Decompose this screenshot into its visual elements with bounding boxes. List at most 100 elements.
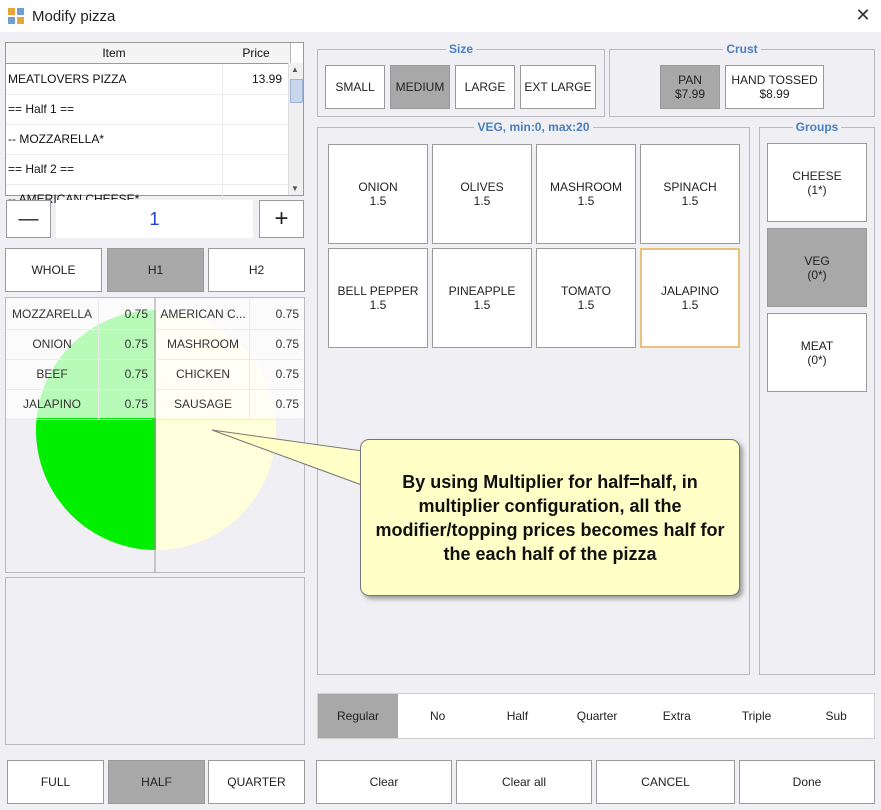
- quantity-value[interactable]: 1: [56, 200, 253, 238]
- topping-name: BEEF: [6, 359, 99, 389]
- split-full-button[interactable]: FULL: [7, 760, 104, 804]
- crust-hand-tossed-button[interactable]: HAND TOSSED $8.99: [725, 65, 824, 109]
- group-cheese-button[interactable]: CHEESE (1*): [767, 143, 867, 222]
- group-meat-name: MEAT: [800, 338, 834, 353]
- veg-item-name: TOMATO: [560, 284, 611, 298]
- veg-item-name: PINEAPPLE: [448, 284, 516, 298]
- topping-row[interactable]: MOZZARELLA 0.75: [6, 299, 152, 330]
- groups-label: Groups: [792, 120, 842, 134]
- veg-item-name: JALAPINO: [660, 284, 720, 298]
- group-cheese-name: CHEESE: [792, 168, 842, 183]
- modifier-option[interactable]: Extra: [637, 694, 717, 738]
- group-veg-name: VEG: [804, 253, 830, 268]
- group-cheese-count: (1*): [807, 182, 827, 197]
- table-row[interactable]: -- MOZZARELLA*: [6, 124, 290, 155]
- crust-hand-tossed-name: HAND TOSSED: [731, 73, 818, 87]
- scroll-thumb[interactable]: [290, 79, 303, 103]
- veg-item-name: SPINACH: [663, 180, 717, 194]
- crust-pan-price: $7.99: [674, 87, 706, 101]
- size-medium-button[interactable]: MEDIUM: [390, 65, 450, 109]
- crust-group: Crust PAN $7.99 HAND TOSSED $8.99: [609, 42, 875, 117]
- column-header-price: Price: [222, 43, 291, 64]
- topping-price: 0.75: [275, 397, 299, 411]
- clear-button[interactable]: Clear: [316, 760, 452, 804]
- veg-item-button[interactable]: ONION 1.5: [328, 144, 428, 244]
- topping-row[interactable]: SAUSAGE 0.75: [157, 389, 303, 420]
- size-ext-large-button[interactable]: EXT LARGE: [520, 65, 596, 109]
- table-row[interactable]: == Half 2 ==: [6, 154, 290, 185]
- decrease-quantity-button[interactable]: —: [6, 200, 51, 238]
- veg-item-button[interactable]: BELL PEPPER 1.5: [328, 248, 428, 348]
- topping-name: AMERICAN C...: [157, 299, 250, 329]
- window-title: Modify pizza: [32, 8, 116, 25]
- notes-panel: [5, 577, 305, 745]
- tab-h1[interactable]: H1: [107, 248, 204, 292]
- close-icon[interactable]: ✕: [852, 4, 874, 26]
- modifier-option[interactable]: Quarter: [557, 694, 637, 738]
- topping-row[interactable]: JALAPINO 0.75: [6, 389, 152, 420]
- modifier-option[interactable]: Regular: [318, 694, 398, 738]
- row-item: == Half 2 ==: [8, 162, 75, 176]
- scrollbar[interactable]: ▲ ▼: [288, 63, 303, 195]
- topping-row[interactable]: BEEF 0.75: [6, 359, 152, 390]
- modifier-option[interactable]: Sub: [796, 694, 876, 738]
- group-veg-count: (0*): [807, 267, 827, 282]
- topping-row[interactable]: CHICKEN 0.75: [157, 359, 303, 390]
- group-veg-button[interactable]: VEG (0*): [767, 228, 867, 307]
- veg-item-button[interactable]: OLIVES 1.5: [432, 144, 532, 244]
- tab-h2[interactable]: H2: [208, 248, 305, 292]
- veg-item-price: 1.5: [577, 298, 595, 312]
- split-half-button[interactable]: HALF: [108, 760, 205, 804]
- crust-hand-tossed-price: $8.99: [759, 87, 790, 101]
- veg-item-name: BELL PEPPER: [337, 284, 419, 298]
- topping-row[interactable]: AMERICAN C... 0.75: [157, 299, 303, 330]
- topping-name: CHICKEN: [157, 359, 250, 389]
- topping-price: 0.75: [124, 397, 148, 411]
- modifier-option[interactable]: No: [398, 694, 478, 738]
- table-row[interactable]: MEATLOVERS PIZZA 13.99: [6, 64, 290, 95]
- tab-whole[interactable]: WHOLE: [5, 248, 102, 292]
- veg-item-button[interactable]: JALAPINO 1.5: [640, 248, 740, 348]
- veg-item-name: MASHROOM: [550, 180, 622, 194]
- topping-price: 0.75: [124, 367, 148, 381]
- scroll-down-icon[interactable]: ▼: [291, 184, 299, 193]
- row-item: -- MOZZARELLA*: [8, 132, 105, 146]
- size-group: Size SMALL MEDIUM LARGE EXT LARGE: [317, 42, 605, 117]
- done-button[interactable]: Done: [739, 760, 875, 804]
- modifier-bar: Regular No Half Quarter Extra Triple Sub: [317, 693, 875, 739]
- app-icon: [8, 8, 24, 24]
- topping-row[interactable]: ONION 0.75: [6, 329, 152, 360]
- topping-price: 0.75: [275, 367, 299, 381]
- clear-all-button[interactable]: Clear all: [456, 760, 592, 804]
- veg-item-button[interactable]: MASHROOM 1.5: [536, 144, 636, 244]
- topping-name: ONION: [6, 329, 99, 359]
- veg-item-price: 1.5: [473, 298, 491, 312]
- row-price: 13.99: [222, 64, 286, 94]
- modifier-option[interactable]: Half: [477, 694, 557, 738]
- topping-price: 0.75: [275, 307, 299, 321]
- veg-item-button[interactable]: SPINACH 1.5: [640, 144, 740, 244]
- table-row[interactable]: == Half 1 ==: [6, 94, 290, 125]
- group-meat-button[interactable]: MEAT (0*): [767, 313, 867, 392]
- topping-name: JALAPINO: [6, 389, 99, 419]
- size-small-button[interactable]: SMALL: [325, 65, 385, 109]
- veg-item-price: 1.5: [473, 194, 491, 208]
- veg-group-label: VEG, min:0, max:20: [474, 120, 593, 134]
- cancel-button[interactable]: CANCEL: [596, 760, 735, 804]
- veg-item-button[interactable]: TOMATO 1.5: [536, 248, 636, 348]
- crust-group-label: Crust: [723, 42, 761, 56]
- increase-quantity-button[interactable]: +: [259, 200, 304, 238]
- veg-item-price: 1.5: [369, 194, 387, 208]
- size-large-button[interactable]: LARGE: [455, 65, 515, 109]
- crust-pan-button[interactable]: PAN $7.99: [660, 65, 720, 109]
- topping-row[interactable]: MASHROOM 0.75: [157, 329, 303, 360]
- scroll-up-icon[interactable]: ▲: [291, 65, 299, 74]
- topping-name: MASHROOM: [157, 329, 250, 359]
- veg-item-button[interactable]: PINEAPPLE 1.5: [432, 248, 532, 348]
- groups-panel: Groups CHEESE (1*) VEG (0*) MEAT (0*): [759, 120, 875, 675]
- modifier-option[interactable]: Triple: [717, 694, 797, 738]
- order-table[interactable]: Item Price MEATLOVERS PIZZA 13.99 == Half …: [5, 42, 304, 215]
- split-quarter-button[interactable]: QUARTER: [208, 760, 305, 804]
- size-group-label: Size: [445, 42, 476, 56]
- topping-price: 0.75: [124, 307, 148, 321]
